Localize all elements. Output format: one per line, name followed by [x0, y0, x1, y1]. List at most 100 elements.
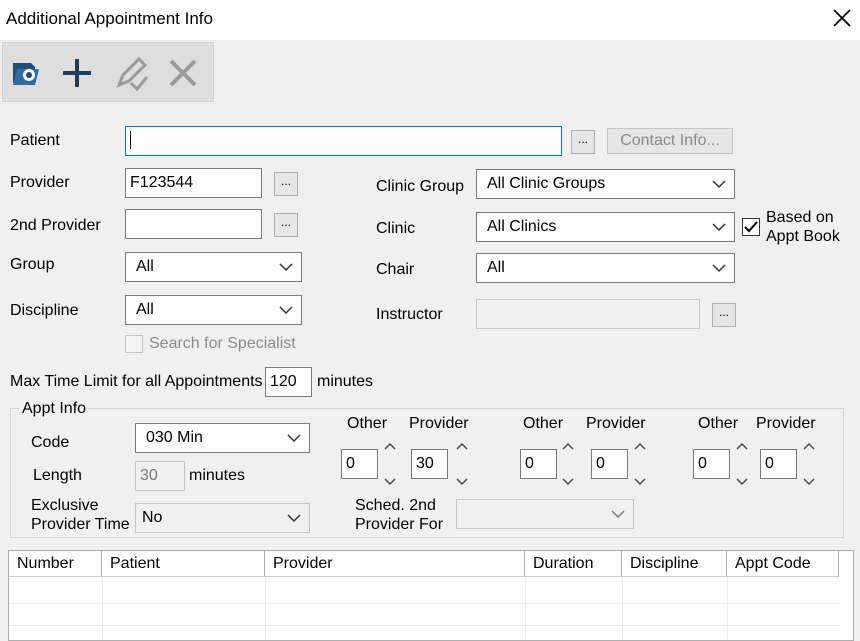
patient-label: Patient [10, 132, 60, 149]
based-on-appt-book-checkbox[interactable] [742, 218, 760, 236]
exclusive-provider-time-select[interactable]: No [135, 503, 310, 533]
slot1-provider-input[interactable]: 30 [411, 449, 448, 479]
max-time-input[interactable]: 120 [265, 367, 312, 397]
code-label: Code [31, 434, 70, 451]
slot1-provider-spinner-icon[interactable] [456, 441, 468, 487]
specialist-label: Search for Specialist [149, 335, 296, 352]
max-time-label: Max Time Limit for all Appointments [10, 373, 263, 390]
based-on-label-line2: Appt Book [766, 228, 840, 245]
provider-browse-button[interactable]: ... [274, 172, 298, 196]
length-label: Length [33, 467, 82, 484]
contact-info-button[interactable]: Contact Info... [607, 128, 733, 154]
chevron-down-icon [287, 434, 301, 443]
clinic-select[interactable]: All Clinics [476, 212, 735, 242]
slot1-other-spinner-icon[interactable] [384, 441, 396, 487]
provider2-input[interactable] [125, 209, 262, 239]
max-time-unit: minutes [317, 373, 374, 390]
clinic-value: All Clinics [487, 218, 557, 235]
grid-col-divider [102, 577, 103, 640]
slot3-provider-spinner-icon[interactable] [803, 441, 815, 487]
column-header-discipline[interactable]: Discipline [622, 551, 727, 577]
add-icon[interactable] [55, 51, 99, 95]
code-select[interactable]: 030 Min [135, 423, 310, 453]
chevron-down-icon [279, 306, 293, 315]
slot1-other-label: Other [347, 415, 388, 432]
slot2-provider-input[interactable]: 0 [591, 449, 628, 479]
provider-input[interactable]: F123544 [125, 168, 262, 198]
title-bar: Additional Appointment Info [0, 0, 860, 40]
length-input[interactable]: 30 [135, 461, 185, 491]
chevron-down-icon [712, 223, 726, 232]
clinic-group-select[interactable]: All Clinic Groups [476, 169, 735, 199]
based-on-label-line1: Based on [766, 209, 834, 226]
provider-label: Provider [10, 174, 70, 191]
grid-col-divider [265, 577, 266, 640]
chevron-down-icon [611, 510, 625, 519]
appointments-grid[interactable]: Number Patient Provider Duration Discipl… [8, 550, 854, 641]
open-icon[interactable] [5, 51, 49, 95]
chair-value: All [487, 259, 505, 276]
instructor-input[interactable] [476, 299, 700, 329]
discipline-select[interactable]: All [125, 295, 302, 325]
column-header-number[interactable]: Number [9, 551, 102, 577]
slot3-provider-label: Provider [756, 415, 816, 432]
grid-row-divider [9, 625, 839, 626]
grid-col-divider [727, 577, 728, 640]
text-caret [130, 131, 131, 149]
exclusive-label-line1: Exclusive [31, 497, 99, 514]
sched-label-line2: Provider For [355, 516, 444, 533]
chair-label: Chair [376, 261, 415, 278]
grid-row-divider [9, 603, 839, 604]
patient-browse-button[interactable]: ... [571, 130, 595, 154]
group-value: All [136, 258, 154, 275]
toolbar [2, 42, 214, 102]
slot3-provider-input[interactable]: 0 [760, 449, 797, 479]
provider2-browse-button[interactable]: ... [274, 213, 298, 237]
slot2-other-input[interactable]: 0 [520, 449, 557, 479]
slot2-provider-spinner-icon[interactable] [634, 441, 646, 487]
clinic-group-value: All Clinic Groups [487, 175, 606, 192]
instructor-browse-button[interactable]: ... [712, 303, 736, 327]
chevron-down-icon [279, 263, 293, 272]
chair-select[interactable]: All [476, 253, 735, 283]
chevron-down-icon [287, 514, 301, 523]
slot1-provider-label: Provider [409, 415, 469, 432]
checkmark-icon [744, 221, 758, 233]
slot2-other-label: Other [523, 415, 564, 432]
grid-col-divider [525, 577, 526, 640]
exclusive-value: No [142, 509, 163, 526]
column-header-provider[interactable]: Provider [265, 551, 525, 577]
window-title: Additional Appointment Info [6, 9, 213, 28]
provider2-label: 2nd Provider [10, 217, 101, 234]
grid-col-divider [622, 577, 623, 640]
sched-provider-for-select[interactable] [456, 499, 634, 529]
group-select[interactable]: All [125, 252, 302, 282]
slot3-other-label: Other [698, 415, 739, 432]
patient-input[interactable] [125, 126, 562, 156]
exclusive-label-line2: Provider Time [31, 516, 130, 533]
sched-label-line1: Sched. 2nd [355, 497, 436, 514]
clinic-label: Clinic [376, 220, 416, 237]
specialist-checkbox[interactable] [125, 335, 143, 353]
slot3-other-input[interactable]: 0 [693, 449, 730, 479]
code-value: 030 Min [146, 429, 203, 446]
slot1-other-input[interactable]: 0 [341, 449, 378, 479]
edit-icon[interactable] [109, 51, 153, 95]
instructor-label: Instructor [376, 306, 443, 323]
length-unit: minutes [189, 467, 246, 484]
appt-info-legend: Appt Info [20, 400, 89, 418]
slot3-other-spinner-icon[interactable] [736, 441, 748, 487]
slot2-provider-label: Provider [586, 415, 646, 432]
slot2-other-spinner-icon[interactable] [562, 441, 574, 487]
column-header-duration[interactable]: Duration [525, 551, 622, 577]
discipline-label: Discipline [10, 302, 79, 319]
close-icon[interactable] [828, 4, 856, 32]
chevron-down-icon [712, 264, 726, 273]
column-header-appt-code[interactable]: Appt Code [727, 551, 839, 577]
chevron-down-icon [712, 180, 726, 189]
group-label: Group [10, 256, 55, 273]
clinic-group-label: Clinic Group [376, 178, 465, 195]
discipline-value: All [136, 301, 154, 318]
delete-icon[interactable] [161, 51, 205, 95]
column-header-patient[interactable]: Patient [102, 551, 265, 577]
